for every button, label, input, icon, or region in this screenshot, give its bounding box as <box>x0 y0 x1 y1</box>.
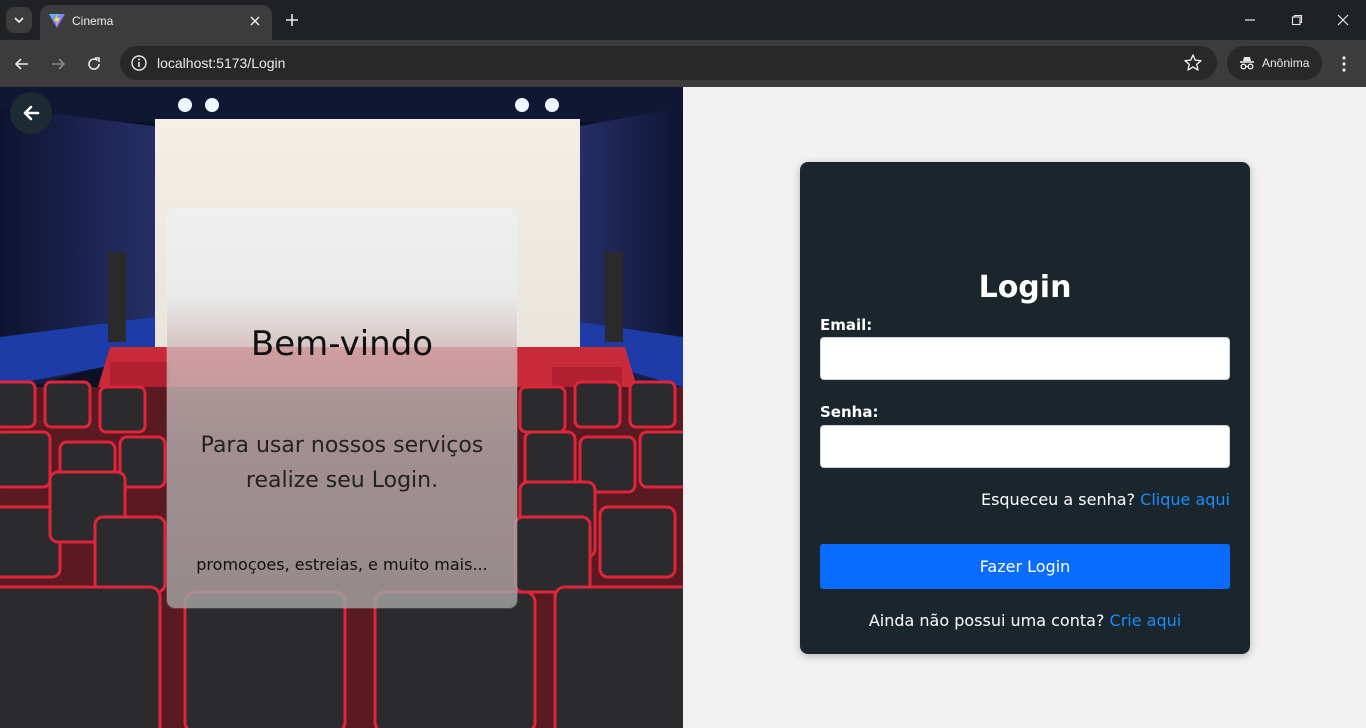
close-window-button[interactable] <box>1331 8 1355 32</box>
tab-close-button[interactable] <box>246 12 264 30</box>
incognito-label: Anônima <box>1262 56 1310 70</box>
email-label: Email: <box>820 316 873 334</box>
reload-icon <box>88 57 100 70</box>
bookmark-star-icon[interactable] <box>1183 53 1203 73</box>
tab-search-button[interactable] <box>6 7 32 33</box>
minimize-button[interactable] <box>1238 8 1262 32</box>
frosted-overlay <box>167 208 517 608</box>
url-text: localhost:5173/Login <box>157 55 285 71</box>
page-content: Bem-vindo Para usar nossos serviços real… <box>0 87 1366 728</box>
welcome-footer: promoçoes, estreias, e muito mais... <box>196 555 488 574</box>
welcome-title: Bem-vindo <box>250 324 434 364</box>
browser-tab-bar: Cinema <box>0 0 1366 40</box>
arrow-left-icon <box>23 105 40 121</box>
restore-icon <box>1291 14 1303 26</box>
password-field[interactable] <box>820 425 1230 468</box>
browser-toolbar: localhost:5173/Login Anônima <box>0 40 1366 87</box>
arrow-left-icon <box>14 58 28 70</box>
forgot-password-link[interactable]: Clique aqui <box>1140 490 1230 509</box>
login-title: Login <box>978 270 1072 305</box>
forgot-password: Esqueceu a senha? Clique aqui <box>981 490 1230 509</box>
restore-button[interactable] <box>1285 8 1309 32</box>
forgot-password-text: Esqueceu a senha? <box>980 490 1136 509</box>
info-icon[interactable] <box>130 54 148 72</box>
back-button[interactable] <box>10 92 52 134</box>
close-icon <box>250 16 260 26</box>
url-path: :5173/Login <box>212 55 286 71</box>
vite-logo-icon <box>49 13 65 28</box>
password-label: Senha: <box>820 403 879 421</box>
forward-nav-button[interactable] <box>46 52 70 76</box>
incognito-icon <box>1240 57 1254 70</box>
cinema-hero-panel: Bem-vindo Para usar nossos serviços real… <box>0 87 683 728</box>
url-host: localhost <box>157 55 213 71</box>
browser-tab-cinema[interactable]: Cinema <box>40 5 272 40</box>
welcome-message: Para usar nossos serviços realize seu Lo… <box>200 433 484 493</box>
reload-button[interactable] <box>82 52 106 76</box>
login-submit-button[interactable]: Fazer Login <box>820 544 1230 589</box>
login-card: Login Email: Senha: Esqueceu a senha? Cl… <box>800 162 1250 654</box>
back-nav-button[interactable] <box>10 52 34 76</box>
email-field[interactable] <box>820 337 1230 380</box>
signup-link[interactable]: Crie aqui <box>1110 611 1182 630</box>
signup-text: Ainda não possui uma conta? <box>868 611 1105 630</box>
incognito-indicator[interactable]: Anônima <box>1227 46 1322 80</box>
minimize-icon <box>1245 19 1255 21</box>
welcome-card: Bem-vindo Para usar nossos serviços real… <box>167 208 517 608</box>
arrow-right-icon <box>52 58 66 70</box>
new-tab-button[interactable] <box>282 10 302 30</box>
address-bar[interactable]: localhost:5173/Login <box>120 46 1217 80</box>
browser-menu-button[interactable] <box>1334 52 1354 76</box>
chevron-down-icon <box>14 17 24 24</box>
more-vertical-icon <box>1342 56 1346 72</box>
plus-icon <box>286 14 298 26</box>
close-icon <box>1337 14 1349 26</box>
signup-prompt: Ainda não possui uma conta? Crie aqui <box>800 611 1250 630</box>
tab-title: Cinema <box>72 14 114 28</box>
